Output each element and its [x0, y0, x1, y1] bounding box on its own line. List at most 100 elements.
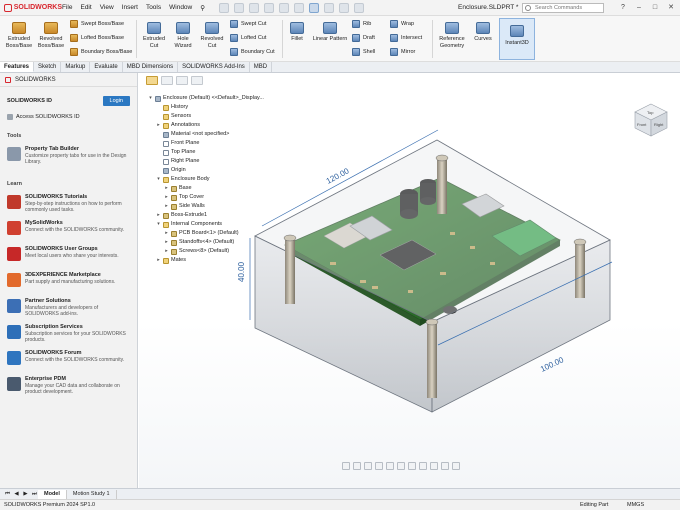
tree-node[interactable]: ▸ Standoffs<4> (Default) — [148, 238, 264, 247]
open-icon[interactable] — [249, 2, 260, 13]
expand-toggle-icon[interactable]: ▸ — [164, 238, 169, 247]
last-tab-icon[interactable]: ⏭ — [31, 491, 38, 498]
tree-node[interactable]: ▾ Internal Components — [148, 220, 264, 229]
hole-wizard-button[interactable]: Hole Wizard — [170, 22, 196, 49]
configuration-manager-tab-icon[interactable] — [176, 76, 188, 85]
intersect-button[interactable]: Intersect — [390, 34, 422, 42]
tree-node[interactable]: ▸ PCB Board<1> (Default) — [148, 229, 264, 238]
search-commands-input[interactable]: Search Commands — [522, 3, 604, 13]
expand-toggle-icon[interactable]: ▸ — [164, 202, 169, 211]
tab-model[interactable]: Model — [38, 489, 67, 499]
previous-view-icon[interactable] — [364, 462, 372, 470]
tree-node[interactable]: Sensors — [148, 112, 264, 121]
tab-motion-study-1[interactable]: Motion Study 1 — [67, 489, 117, 499]
fillet-button[interactable]: Fillet — [286, 22, 308, 43]
linear-pattern-button[interactable]: Linear Pattern — [312, 22, 348, 43]
reference-geometry-button[interactable]: Reference Geometry — [436, 22, 468, 49]
revolved-cut-button[interactable]: Revolved Cut — [198, 22, 226, 49]
tree-node[interactable]: Front Plane — [148, 139, 264, 148]
tab-sketch[interactable]: Sketch — [34, 62, 62, 72]
previous-tab-icon[interactable]: ◀ — [13, 491, 20, 498]
tree-node[interactable]: ▸ Top Cover — [148, 193, 264, 202]
rib-button[interactable]: Rib — [352, 20, 371, 28]
home-icon[interactable] — [219, 2, 230, 13]
login-button[interactable]: Login — [102, 96, 130, 106]
print-icon[interactable] — [279, 2, 290, 13]
swept-cut-button[interactable]: Swept Cut — [230, 20, 266, 28]
expand-toggle-icon[interactable]: ▸ — [164, 184, 169, 193]
maximize-button[interactable]: □ — [650, 3, 660, 13]
list-item[interactable]: MySolidWorks Connect with the SOLIDWORKS … — [0, 217, 137, 243]
list-item-property-tab-builder[interactable]: Property Tab Builder Customize property t… — [0, 143, 137, 169]
list-item[interactable]: Subscription Services Subscription servic… — [0, 321, 137, 347]
mirror-button[interactable]: Mirror — [390, 48, 415, 56]
tree-node[interactable]: Origin — [148, 166, 264, 175]
pin-icon[interactable]: ⚲ — [200, 4, 205, 12]
help-icon[interactable]: ? — [618, 3, 628, 13]
instant3d-button[interactable]: Instant3D — [499, 18, 535, 60]
boundary-boss-button[interactable]: Boundary Boss/Base — [70, 48, 132, 56]
undo-icon[interactable] — [294, 2, 305, 13]
list-item[interactable]: Enterprise PDM Manage your CAD data and c… — [0, 373, 137, 399]
list-item[interactable]: SOLIDWORKS Tutorials Step-by-step instruc… — [0, 191, 137, 217]
extruded-boss-button[interactable]: Extruded Boss/Base — [4, 22, 34, 49]
display-manager-tab-icon[interactable] — [191, 76, 203, 85]
list-item[interactable]: Partner Solutions Manufacturers and devel… — [0, 295, 137, 321]
tab-mbd[interactable]: MBD — [250, 62, 273, 72]
display-pane-icon[interactable] — [452, 462, 460, 470]
save-icon[interactable] — [264, 2, 275, 13]
property-manager-tab-icon[interactable] — [161, 76, 173, 85]
new-document-icon[interactable] — [234, 2, 245, 13]
tab-features[interactable]: Features — [0, 62, 35, 72]
menu-view[interactable]: View — [100, 4, 114, 12]
file-properties-icon[interactable] — [339, 2, 350, 13]
display-style-icon[interactable] — [397, 462, 405, 470]
expand-toggle-icon[interactable]: ▸ — [164, 193, 169, 202]
feature-manager-tab-icon[interactable] — [146, 76, 158, 85]
tree-node[interactable]: Material <not specified> — [148, 130, 264, 139]
menu-window[interactable]: Window — [169, 4, 192, 12]
section-view-icon[interactable] — [375, 462, 383, 470]
tree-node[interactable]: ▾ Enclosure (Default) <<Default>_Display.… — [148, 94, 264, 103]
menu-file[interactable]: File — [62, 4, 72, 12]
tree-node[interactable]: History — [148, 103, 264, 112]
tree-node[interactable]: ▸ Boss-Extrude1 — [148, 211, 264, 220]
tree-node[interactable]: ▸ Base — [148, 184, 264, 193]
minimize-button[interactable]: – — [634, 3, 644, 13]
solidworks-logo[interactable]: SOLIDWORKS — [0, 3, 62, 12]
list-item[interactable]: SOLIDWORKS User Groups Meet local users w… — [0, 243, 137, 269]
tree-node[interactable]: ▸ Mates — [148, 256, 264, 265]
menu-insert[interactable]: Insert — [122, 4, 138, 12]
status-units[interactable]: MMGS — [627, 500, 644, 510]
list-item[interactable]: SOLIDWORKS Forum Connect with the SOLIDWO… — [0, 347, 137, 373]
draft-button[interactable]: Draft — [352, 34, 375, 42]
view-settings-icon[interactable] — [441, 462, 449, 470]
shell-button[interactable]: Shell — [352, 48, 375, 56]
tree-node[interactable]: Right Plane — [148, 157, 264, 166]
lofted-boss-button[interactable]: Lofted Boss/Base — [70, 34, 124, 42]
first-tab-icon[interactable]: ⏮ — [4, 491, 11, 498]
zoom-to-fit-icon[interactable] — [342, 462, 350, 470]
select-icon[interactable] — [309, 2, 320, 13]
expand-toggle-icon[interactable]: ▾ — [156, 220, 161, 229]
expand-toggle-icon[interactable]: ▸ — [156, 121, 161, 130]
tab-mbd-dimensions[interactable]: MBD Dimensions — [123, 62, 179, 72]
tree-node[interactable]: ▸ Screws<8> (Default) — [148, 247, 264, 256]
expand-toggle-icon[interactable]: ▸ — [156, 256, 161, 265]
tab-evaluate[interactable]: Evaluate — [90, 62, 123, 72]
tree-node[interactable]: Top Plane — [148, 148, 264, 157]
tree-node[interactable]: ▾ Enclosure Body — [148, 175, 264, 184]
close-button[interactable]: ✕ — [666, 3, 676, 13]
hide-show-items-icon[interactable] — [408, 462, 416, 470]
expand-toggle-icon[interactable]: ▾ — [148, 94, 153, 103]
expand-toggle-icon[interactable]: ▸ — [164, 229, 169, 238]
rebuild-icon[interactable] — [324, 2, 335, 13]
swept-boss-button[interactable]: Swept Boss/Base — [70, 20, 124, 28]
wrap-button[interactable]: Wrap — [390, 20, 414, 28]
revolved-boss-button[interactable]: Revolved Boss/Base — [36, 22, 66, 49]
curves-button[interactable]: Curves — [470, 22, 496, 43]
menu-tools[interactable]: Tools — [146, 4, 161, 12]
tree-node[interactable]: ▸ Annotations — [148, 121, 264, 130]
view-orientation-icon[interactable] — [386, 462, 394, 470]
tree-node[interactable]: ▸ Side Walls — [148, 202, 264, 211]
